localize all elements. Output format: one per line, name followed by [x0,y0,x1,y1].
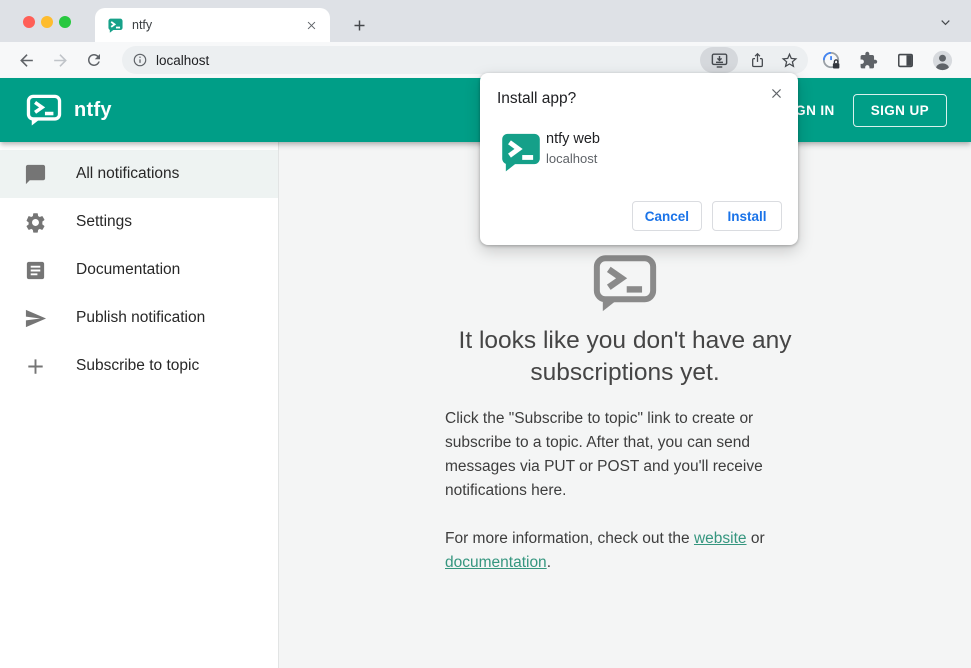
sidebar-item-label: Documentation [76,261,181,278]
app-title: ntfy [74,98,112,121]
macos-zoom-button[interactable] [59,16,71,28]
ntfy-logo-icon [26,94,62,126]
cancel-button[interactable]: Cancel [631,201,702,231]
p2-middle-text: or [746,530,765,547]
extensions-puzzle-icon[interactable] [855,47,881,73]
sidebar-item-label: All notifications [76,165,180,182]
install-app-dialog: Install app? ntfy web localhost Cancel I… [480,73,798,245]
sidebar-item-label: Publish notification [76,309,206,326]
browser-tab[interactable]: ntfy [95,8,330,42]
dialog-app-origin: localhost [546,151,598,166]
side-panel-icon[interactable] [892,47,918,73]
dialog-title: Install app? [497,90,577,107]
tab-title: ntfy [132,18,153,32]
website-link[interactable]: website [694,530,747,547]
chat-bubble-icon [24,163,47,186]
tab-search-chevron-down-icon[interactable] [933,12,957,32]
sidebar-item-label: Subscribe to topic [76,357,200,374]
article-icon [24,259,47,282]
browser-window: ntfy localhost ntfy SIGN IN SIGN UP All … [0,0,971,668]
install-button[interactable]: Install [712,201,782,231]
macos-close-button[interactable] [23,16,35,28]
back-button[interactable] [12,46,40,74]
extensions-cluster [818,47,971,73]
url-text: localhost [156,52,210,68]
address-bar[interactable]: localhost [122,46,808,74]
menu-dots-icon[interactable] [966,47,971,73]
sidebar-item-label: Settings [76,213,133,230]
sidebar-item-all-notifications[interactable]: All notifications [0,150,278,198]
tab-strip: ntfy [0,0,971,42]
empty-state-links-paragraph: For more information, check out the webs… [445,527,805,575]
send-icon [24,307,47,330]
dialog-app-ntfy-logo-icon [501,132,541,172]
sidebar-item-publish-notification[interactable]: Publish notification [0,294,278,342]
p2-prefix-text: For more information, check out the [445,530,694,547]
new-tab-button[interactable] [346,12,372,38]
empty-state-ntfy-logo-icon [592,254,658,312]
sidebar: All notifications Settings Documentation… [0,142,279,668]
dialog-close-icon[interactable] [766,83,786,103]
share-icon[interactable] [744,47,770,73]
p2-suffix-text: . [546,554,551,571]
macos-minimize-button[interactable] [41,16,53,28]
tab-favicon-ntfy-logo-icon [108,18,123,33]
empty-state-heading: It looks like you don't have any subscri… [458,327,792,386]
profile-avatar[interactable] [929,47,955,73]
sign-up-button[interactable]: SIGN UP [852,93,947,127]
sidebar-item-documentation[interactable]: Documentation [0,246,278,294]
plus-icon [24,355,47,378]
sidebar-item-subscribe-to-topic[interactable]: Subscribe to topic [0,342,278,390]
reload-button[interactable] [80,46,108,74]
install-app-button[interactable] [700,47,738,73]
gear-icon [24,211,47,234]
sidebar-item-settings[interactable]: Settings [0,198,278,246]
documentation-link[interactable]: documentation [445,554,547,571]
site-info-icon[interactable] [132,52,148,68]
empty-state-paragraph: Click the "Subscribe to topic" link to c… [445,410,763,499]
dialog-app-name: ntfy web [546,131,600,147]
tab-close-icon[interactable] [302,16,320,34]
forward-button[interactable] [46,46,74,74]
bookmark-star-icon[interactable] [776,47,802,73]
password-manager-icon[interactable] [818,47,844,73]
